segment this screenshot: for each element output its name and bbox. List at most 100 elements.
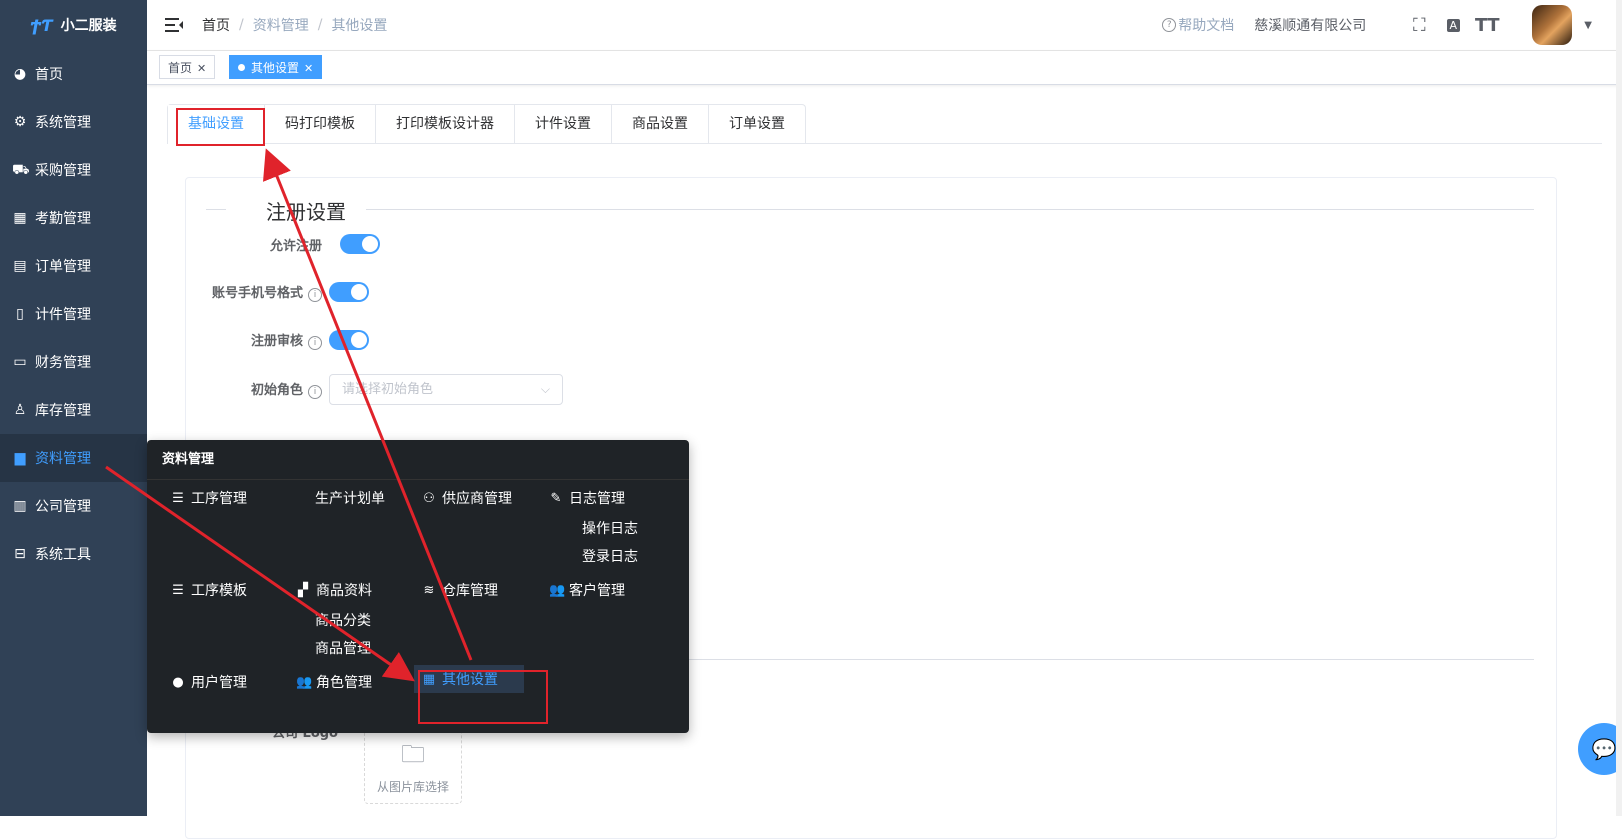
font-size-icon[interactable]: ꓔT [1475,14,1500,36]
sidebar-item-attendance[interactable]: ▦ 考勤管理 [0,194,147,242]
form-label: 初始角色 i [186,379,322,399]
upload-text: 从图片库选择 [376,780,449,794]
menu-log-mgmt[interactable]: ✎ 日志管理 [549,488,625,508]
tab-print-template-designer[interactable]: 打印模板设计器 [375,105,514,144]
form-label-text: 注册审核 [250,334,303,349]
info-icon[interactable]: i [308,336,322,350]
sidebar-item-home[interactable]: ◕ 首页 [0,50,147,98]
menu-label: 仓库管理 [442,583,498,599]
help-docs-link[interactable]: ? 帮助文档 [1162,15,1234,35]
company-name: 慈溪顺通有限公司 [1254,18,1367,34]
app-name: 小二服装 [60,18,117,34]
grid-icon: ▦ [13,210,27,226]
breadcrumb-separator: / [317,17,323,33]
tab-order-settings[interactable]: 订单设置 [708,105,805,144]
close-icon[interactable]: ✕ [197,62,206,75]
sidebar-item-finance[interactable]: ▭ 财务管理 [0,338,147,386]
sidebar-item-inventory[interactable]: ♙ 库存管理 [0,386,147,434]
sidebar-item-label: 采购管理 [35,163,91,179]
breadcrumb-current: 其他设置 [331,18,388,34]
scrollbar[interactable] [1616,0,1622,816]
sidebar-item-label: 资料管理 [35,451,91,467]
menu-label: 生产计划单 [315,491,385,507]
tab-piecework-settings[interactable]: 计件设置 [514,105,611,144]
menu-product-category[interactable]: 商品分类 [315,610,371,630]
user-icon: ♙ [13,402,27,418]
navbar-right: ? 帮助文档 慈溪顺通有限公司 ⛶ A ꓔT ▼ [1162,0,1592,50]
menu-product-info[interactable]: ▞ 商品资料 [296,580,372,600]
menu-process-mgmt[interactable]: ☰ 工序管理 [171,488,247,508]
app-logo[interactable]: ϮƬ 小二服装 [0,0,147,50]
sidebar-item-orders[interactable]: ▤ 订单管理 [0,242,147,290]
supplier-icon: ⚇ [423,490,435,506]
phone-format-switch[interactable] [329,282,369,302]
info-icon[interactable]: i [308,288,322,302]
tag-current[interactable]: 其他设置 ✕ [229,55,323,79]
menu-operation-log[interactable]: 操作日志 [582,518,638,538]
menu-label: 操作日志 [582,521,638,537]
sidebar-item-label: 考勤管理 [35,211,91,227]
sidebar-item-piecework[interactable]: ▯ 计件管理 [0,290,147,338]
breadcrumb-home[interactable]: 首页 [202,15,230,35]
users-icon: 👥 [296,674,313,690]
menu-customer-mgmt[interactable]: 👥 客户管理 [549,580,625,600]
translate-icon[interactable]: A [1442,14,1464,36]
info-icon[interactable]: i [308,385,322,399]
folder-icon: 🗀 [401,740,425,768]
book-icon: ▯ [16,306,24,322]
breadcrumb-separator: / [239,17,244,33]
caret-down-icon[interactable]: ▼ [1584,20,1592,31]
allow-register-switch[interactable] [340,234,380,254]
list-icon: ☰ [172,582,184,598]
sidebar-item-label: 系统管理 [35,115,91,131]
menu-warehouse-mgmt[interactable]: ≋ 仓库管理 [422,580,498,600]
menu-process-template[interactable]: ☰ 工序模板 [171,580,247,600]
sidebar-item-label: 订单管理 [35,259,91,275]
menu-role-mgmt[interactable]: 👥 角色管理 [296,672,372,692]
menu-label: 供应商管理 [442,491,512,507]
menu-production-plan[interactable]: 生产计划单 [315,488,385,508]
tab-product-settings[interactable]: 商品设置 [611,105,708,144]
sidebar-item-purchase[interactable]: ⛟ 采购管理 [0,146,147,194]
tag-home[interactable]: 首页 ✕ [159,55,216,79]
sidebar-item-label: 计件管理 [35,307,91,323]
logo-upload[interactable]: 🗀 从图片库选择 [364,722,462,804]
sidebar-item-label: 公司管理 [35,499,91,515]
menu-product-mgmt[interactable]: 商品管理 [315,638,371,658]
sidebar-item-label: 财务管理 [35,355,91,371]
register-review-switch[interactable] [329,330,369,350]
menu-user-mgmt[interactable]: ● 用户管理 [171,672,247,692]
menu-login-log[interactable]: 登录日志 [582,546,638,566]
order-icon: ▤ [13,258,27,274]
sidebar-item-system[interactable]: ⚙ 系统管理 [0,98,147,146]
avatar[interactable] [1532,5,1573,45]
question-icon: ? [1162,18,1177,32]
form-label: 允许注册 [269,238,322,254]
form-row-phone-format: 账号手机号格式 i [186,276,369,308]
sidebar-item-data[interactable]: ▆ 资料管理 [0,434,147,482]
form-row-initial-role: 初始角色 i 请选择初始角色 ⌵ [186,373,563,405]
initial-role-select[interactable]: 请选择初始角色 ⌵ [329,373,563,405]
menu-label: 工序管理 [191,491,247,507]
dashboard-icon: ▞ [298,582,308,598]
list-icon: ☰ [172,490,184,506]
annotation-box-basic-settings [176,108,265,146]
sidebar-item-label: 库存管理 [35,403,91,419]
menu-label: 用户管理 [191,675,247,691]
users-icon: 👥 [549,582,566,598]
cart-icon: ⛟ [12,162,30,178]
menu-supplier-mgmt[interactable]: ⚇ 供应商管理 [422,488,512,508]
menu-label: 商品管理 [315,641,371,657]
fullscreen-icon[interactable]: ⛶ [1408,14,1430,36]
settings-tabs: 基础设置 码打印模板 打印模板设计器 计件设置 商品设置 订单设置 [167,104,1602,144]
hamburger-icon[interactable] [164,15,184,35]
tab-code-print-template[interactable]: 码打印模板 [264,105,375,144]
user-icon: ● [172,674,184,690]
sidebar-item-tools[interactable]: ⊟ 系统工具 [0,530,147,578]
menu-label: 登录日志 [582,549,638,565]
sidebar-item-company[interactable]: ▥ 公司管理 [0,482,147,530]
close-icon[interactable]: ✕ [304,62,313,75]
tags-view: 首页 ✕ 其他设置 ✕ [147,51,1622,85]
form-label-text: 初始角色 [250,383,303,398]
tag-label: 首页 [168,61,193,75]
